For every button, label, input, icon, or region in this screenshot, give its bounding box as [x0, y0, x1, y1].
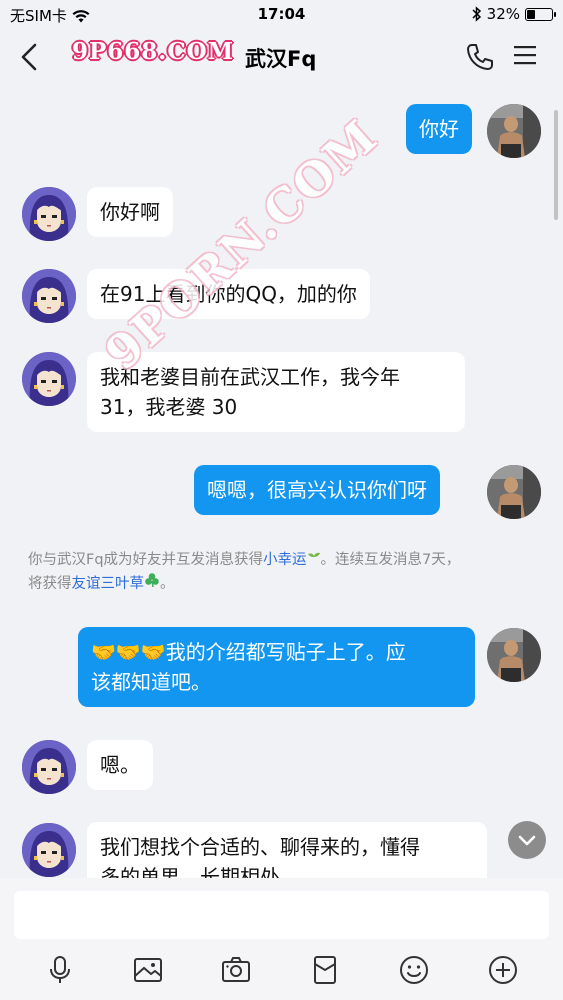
message-text: 嗯。 — [100, 753, 140, 777]
microphone-icon[interactable] — [44, 954, 76, 986]
avatar-contact[interactable] — [22, 740, 76, 794]
scrollbar[interactable] — [554, 110, 558, 220]
watermark-diagonal: 9PORN.COM — [95, 108, 388, 381]
nav-bar: 9P668.COM 武汉Fq — [0, 30, 563, 86]
watermark-logo: 9P668.COM — [72, 38, 235, 65]
clover-link[interactable]: 友谊三叶草 — [72, 576, 145, 592]
message-input[interactable] — [14, 891, 549, 939]
battery-fill — [527, 9, 535, 19]
avatar-contact[interactable] — [22, 269, 76, 323]
camera-icon[interactable] — [220, 954, 252, 986]
plus-icon[interactable] — [487, 954, 519, 986]
scroll-to-bottom-button[interactable] — [508, 821, 546, 859]
message-bubble-incoming[interactable]: 嗯。 — [87, 740, 153, 790]
battery-icon — [525, 7, 556, 21]
message-text: 我的介绍都写贴子上了。应 — [165, 640, 406, 664]
chevron-down-icon — [518, 835, 536, 846]
message-text-line: 31，我老婆 30 — [100, 395, 238, 419]
status-right: 32% — [472, 5, 556, 23]
avatar-contact[interactable] — [22, 352, 76, 406]
notice-text: 你与武汉Fq成为好友并互发消息获得 — [28, 552, 264, 568]
sprout-icon — [307, 552, 320, 563]
notice-text: 。连续互发消息7天， — [320, 552, 461, 568]
red-packet-icon[interactable] — [309, 954, 341, 986]
message-bubble-outgoing[interactable]: 🤝🤝🤝我的介绍都写贴子上了。应 该都知道吧。 — [78, 627, 475, 707]
status-bar: 无SIM卡 17:04 32% — [0, 0, 563, 30]
pixel-girl-avatar-icon — [22, 740, 76, 794]
menu-icon[interactable] — [513, 44, 537, 66]
input-bar — [0, 878, 563, 1000]
avatar-photo-icon — [487, 465, 541, 519]
avatar-photo-icon — [487, 104, 541, 158]
message-text-line: 🤝🤝🤝我的介绍都写贴子上了。应 — [91, 637, 462, 667]
pixel-girl-avatar-icon — [22, 269, 76, 323]
message-text-line: 该都知道吧。 — [91, 670, 211, 694]
pixel-girl-avatar-icon — [22, 187, 76, 241]
emoji-icon[interactable] — [398, 954, 430, 986]
handshake-emoji-icon: 🤝🤝🤝 — [91, 640, 166, 664]
message-bubble-incoming[interactable]: 你好啊 — [87, 187, 173, 237]
notice-text: 将获得 — [28, 576, 72, 592]
pixel-girl-avatar-icon — [22, 352, 76, 406]
avatar-photo-icon — [487, 628, 541, 682]
chat-title: 武汉Fq — [245, 47, 317, 71]
pixel-girl-avatar-icon — [22, 823, 76, 877]
message-text: 嗯嗯，很高兴认识你们呀 — [207, 478, 427, 502]
message-bubble-outgoing[interactable]: 嗯嗯，很高兴认识你们呀 — [194, 465, 440, 515]
back-chevron-icon[interactable] — [18, 42, 42, 72]
clover-icon — [145, 573, 159, 588]
phone-icon[interactable] — [465, 42, 495, 72]
avatar-self[interactable] — [487, 104, 541, 158]
message-text: 你好啊 — [100, 200, 160, 224]
notice-text: 。 — [160, 576, 175, 592]
battery-percent: 32% — [486, 5, 520, 23]
image-icon[interactable] — [132, 954, 164, 986]
bluetooth-icon — [472, 6, 481, 22]
avatar-contact[interactable] — [22, 187, 76, 241]
avatar-self[interactable] — [487, 465, 541, 519]
system-notice: 你与武汉Fq成为好友并互发消息获得小幸运 。连续互发消息7天， 将获得友谊三叶草。 — [28, 548, 548, 596]
message-text: 你好 — [419, 117, 459, 141]
avatar-contact[interactable] — [22, 823, 76, 877]
message-text-line: 我和老婆目前在武汉工作，我今年 — [100, 365, 400, 389]
lucky-link[interactable]: 小幸运 — [263, 552, 307, 568]
avatar-self[interactable] — [487, 628, 541, 682]
message-bubble-outgoing[interactable]: 你好 — [406, 104, 472, 154]
message-text-line: 我们想找个合适的、聊得来的，懂得 — [100, 835, 420, 859]
